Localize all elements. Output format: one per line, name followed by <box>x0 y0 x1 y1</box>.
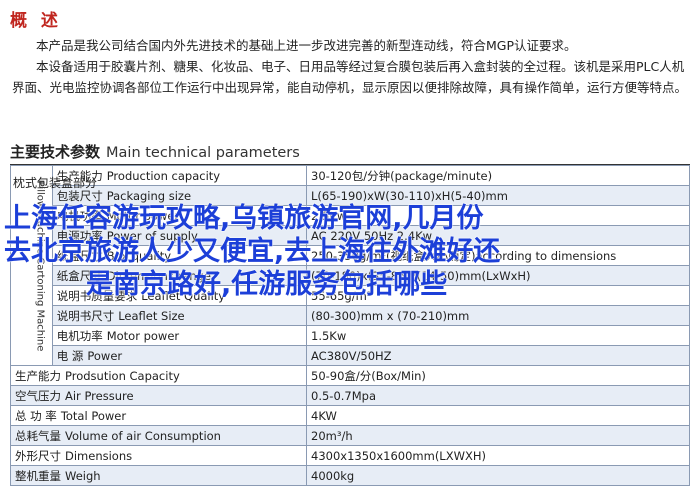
param-label-cn: 总耗气量 <box>15 428 61 443</box>
table-row: 外形尺寸 Dimensions 4300x1350x1600mm(LXWXH) <box>10 445 690 466</box>
param-label: 生产能力 Prodsution Capacity <box>10 365 307 386</box>
param-label-en: Air Pressure <box>65 388 134 403</box>
param-value: 30-120包/分钟(package/minute) <box>306 165 690 186</box>
overview-paragraph-2: 本设备适用于胶囊片剂、糖果、化妆品、电子、日用品等经过复合膜包装后再入盒封装的全… <box>12 59 688 95</box>
table-row: 电 源 Power AC380V/50HZ <box>11 345 690 366</box>
param-label: 电机功率 Motor power <box>51 325 308 346</box>
table-row: 总 功 率 Total Power 4KW <box>10 405 690 426</box>
param-label-en: Volume of air Consumption <box>65 428 221 443</box>
table-row: 整机重量 Weigh 4000kg <box>10 465 690 486</box>
overview-title: 概 述 <box>10 11 62 31</box>
overlay-text-line-3: 是南京路好,任游服务包括哪些 <box>86 269 448 301</box>
param-value: 0.5-0.7Mpa <box>306 385 690 406</box>
param-label-cn: 总 功 率 <box>15 408 57 423</box>
param-label: 总耗气量 Volume of air Consumption <box>10 425 307 446</box>
group-label-cn: 枕式包装盒部分 <box>13 176 98 190</box>
params-title: 主要技术参数 Main technical parameters <box>10 141 300 162</box>
param-label-cn: 整机重量 <box>15 468 61 483</box>
param-label: 总 功 率 Total Power <box>10 405 307 426</box>
param-value: 4000kg <box>306 465 690 486</box>
param-label-cn: 空气压力 <box>15 388 61 403</box>
table-row: 枕式包装盒部分 Pillow Machine Cartoning Machine 生… <box>10 165 690 366</box>
param-label-en: Production capacity <box>106 168 221 183</box>
table-row: 说明书尺寸 Leaflet Size (80-300)mm x (70-210)mm <box>11 305 690 326</box>
params-title-cn: 主要技术参数 <box>10 143 101 161</box>
param-label-en: Prodsution Capacity <box>65 368 180 383</box>
param-label-en: Power <box>87 348 123 363</box>
table-row: 空气压力 Air Pressure 0.5-0.7Mpa <box>10 385 690 406</box>
param-label-cn: 外形尺寸 <box>15 448 61 463</box>
param-label: 空气压力 Air Pressure <box>10 385 307 406</box>
param-value: 50-90盒/分(Box/Min) <box>306 365 690 386</box>
params-title-en: Main technical parameters <box>106 145 300 161</box>
param-label: 整机重量 Weigh <box>10 465 307 486</box>
table-row: 总耗气量 Volume of air Consumption 20m³/h <box>10 425 690 446</box>
param-label-cn: 电 源 <box>56 348 84 363</box>
param-label-en: Weigh <box>65 468 101 483</box>
param-value: AC380V/50HZ <box>306 345 690 366</box>
param-value: (80-300)mm x (70-210)mm <box>306 305 690 326</box>
param-label-cn: 电机功率 <box>56 328 103 343</box>
param-value: 1.5Kw <box>306 325 690 346</box>
param-label-cn: 说明书尺寸 <box>56 308 115 323</box>
param-label: 说明书尺寸 Leaflet Size <box>51 305 308 326</box>
param-label-en: Total Power <box>60 408 127 423</box>
param-label-en: Motor power <box>106 328 180 343</box>
param-label-en: Dimensions <box>65 448 133 463</box>
param-label: 外形尺寸 Dimensions <box>10 445 307 466</box>
param-value: 20m³/h <box>306 425 690 446</box>
table-row: 生产能力 Prodsution Capacity 50-90盒/分(Box/Min) <box>10 365 690 386</box>
table-row: 电机功率 Motor power 1.5Kw <box>11 325 690 346</box>
param-value: 4300x1350x1600mm(LXWXH) <box>306 445 690 466</box>
param-label-cn: 生产能力 <box>15 368 61 383</box>
param-label-en: Leaflet Size <box>118 308 185 323</box>
param-value: 4KW <box>306 405 690 426</box>
overview-paragraph-1: 本产品是我公司结合国内外先进技术的基础上进一步改进完善的新型连动线，符合MGP认… <box>36 38 577 53</box>
param-label: 电 源 Power <box>51 345 308 366</box>
